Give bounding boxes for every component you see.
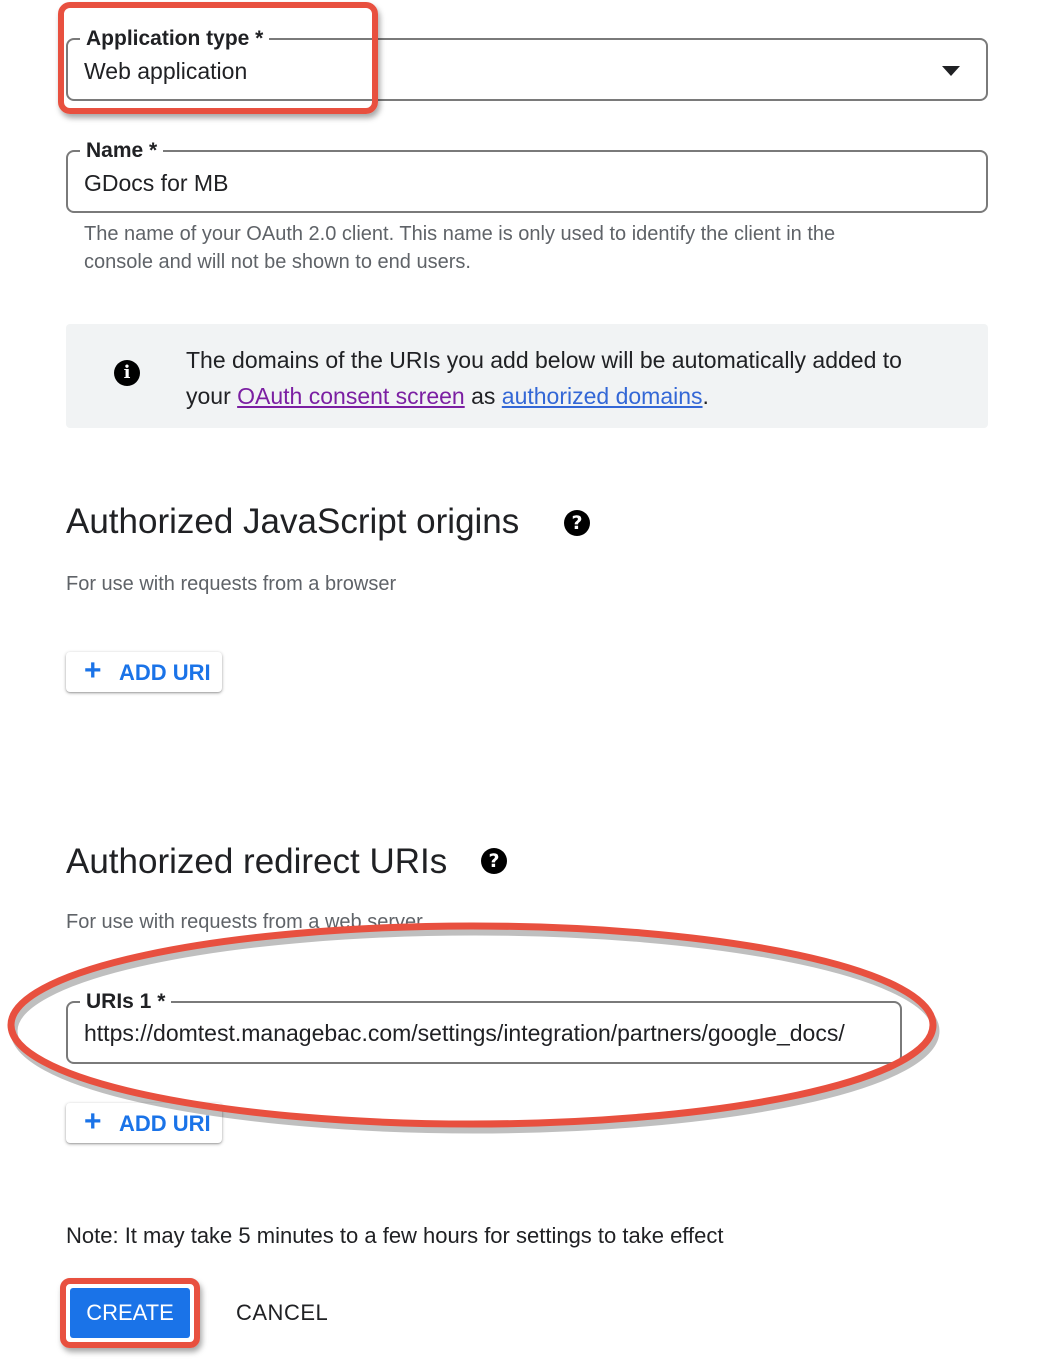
application-type-label: Application type * <box>80 26 270 52</box>
application-type-value: Web application <box>84 58 248 84</box>
name-helper-text: The name of your OAuth 2.0 client. This … <box>84 223 836 273</box>
info-icon: i <box>114 360 140 386</box>
dropdown-arrow-icon <box>942 66 960 76</box>
add-js-origin-button[interactable]: + ADD URI <box>66 652 222 692</box>
domains-info-box: i The domains of the URIs you add below … <box>66 324 988 428</box>
help-icon[interactable]: ? <box>481 848 507 874</box>
help-icon[interactable]: ? <box>564 510 590 536</box>
oauth-consent-screen-link[interactable]: OAuth consent screen <box>237 383 465 409</box>
create-button[interactable]: CREATE <box>70 1288 190 1338</box>
plus-icon: + <box>84 654 102 687</box>
redirect-uri-highlight <box>7 922 940 1134</box>
authorized-domains-link[interactable]: authorized domains <box>502 383 703 409</box>
js-origins-subtitle: For use with requests from a browser <box>66 573 397 595</box>
name-field[interactable]: Name * GDocs for MB <box>66 138 988 213</box>
application-type-select[interactable]: Application type * Web application <box>66 26 988 101</box>
domains-info-text: The domains of the URIs you add below wi… <box>186 347 902 409</box>
name-field-label: Name * <box>80 138 164 164</box>
cancel-button[interactable]: CANCEL <box>236 1300 328 1326</box>
name-field-value: GDocs for MB <box>84 170 229 196</box>
redirect-uris-title: Authorized redirect URIs <box>66 842 448 881</box>
js-origins-title: Authorized JavaScript origins <box>66 502 520 541</box>
settings-note: Note: It may take 5 minutes to a few hou… <box>66 1223 724 1248</box>
